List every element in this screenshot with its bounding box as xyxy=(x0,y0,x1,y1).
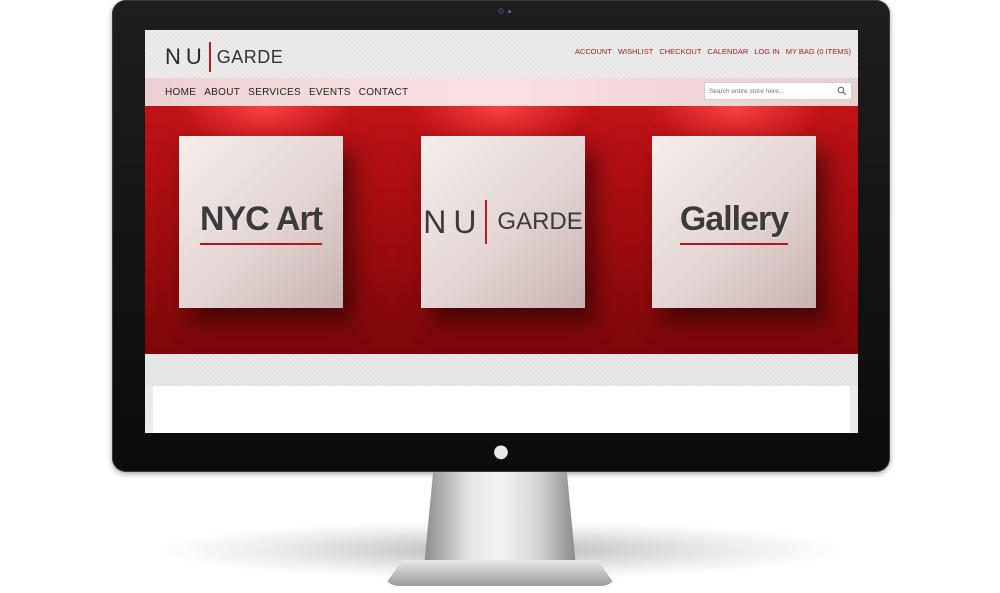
screen: NU GARDE ACCOUNT WISHLIST CHECKOUT CALEN… xyxy=(145,30,858,433)
hero-panel-gallery-label: Gallery xyxy=(679,199,789,238)
link-account[interactable]: ACCOUNT xyxy=(575,47,612,56)
webcam-led xyxy=(508,10,511,13)
site-logo[interactable]: NU GARDE xyxy=(165,42,284,72)
hero-panel-underline xyxy=(679,242,789,245)
logo-nu-text: NU xyxy=(165,44,207,69)
hero-panel-logo-mark: NU GARDE xyxy=(423,200,583,244)
nav-services[interactable]: SERVICES xyxy=(248,87,301,98)
nav-about[interactable]: ABOUT xyxy=(204,87,240,98)
link-log-in[interactable]: LOG IN xyxy=(754,47,779,56)
search-box xyxy=(704,82,852,100)
hero-logo-nu-text: NU xyxy=(423,203,484,240)
hero-panel-nyc-art[interactable]: NYC Art xyxy=(179,136,343,308)
hero-panel-gallery-text: Gallery xyxy=(679,199,789,245)
link-calendar[interactable]: CALENDAR xyxy=(707,47,748,56)
hero-panel-nyc-art-text: NYC Art xyxy=(199,199,323,245)
content-area xyxy=(153,386,850,433)
link-checkout[interactable]: CHECKOUT xyxy=(659,47,701,56)
search-icon[interactable] xyxy=(837,86,847,96)
nav-home[interactable]: HOME xyxy=(165,87,196,98)
logo-garde-text: GARDE xyxy=(216,46,284,67)
apple-logo-icon: ● xyxy=(493,441,509,462)
site-header: NU GARDE ACCOUNT WISHLIST CHECKOUT CALEN… xyxy=(145,30,858,78)
top-links: ACCOUNT WISHLIST CHECKOUT CALENDAR LOG I… xyxy=(575,47,851,56)
monitor-stand-neck xyxy=(424,472,576,567)
webcam xyxy=(498,8,504,14)
search-input[interactable] xyxy=(705,84,833,98)
link-my-bag[interactable]: MY BAG (0 ITEMS) xyxy=(786,47,851,56)
hero-panel-underline xyxy=(199,242,323,245)
hero-logo-divider xyxy=(485,200,488,244)
nav-items: HOME ABOUT SERVICES EVENTS CONTACT xyxy=(165,87,408,98)
hero-banner: NYC Art NU GARDE Gallery xyxy=(145,106,858,354)
nav-contact[interactable]: CONTACT xyxy=(359,87,409,98)
hero-logo-garde-text: GARDE xyxy=(497,208,583,235)
hero-panel-gallery[interactable]: Gallery xyxy=(652,136,816,308)
hero-panel-logo[interactable]: NU GARDE xyxy=(421,136,585,308)
logo-divider xyxy=(208,42,211,72)
monitor-stand-base xyxy=(384,560,616,586)
content-strip xyxy=(145,354,858,386)
hero-panel-nyc-art-label: NYC Art xyxy=(199,199,323,238)
nav-events[interactable]: EVENTS xyxy=(309,87,351,98)
link-wishlist[interactable]: WISHLIST xyxy=(618,47,653,56)
